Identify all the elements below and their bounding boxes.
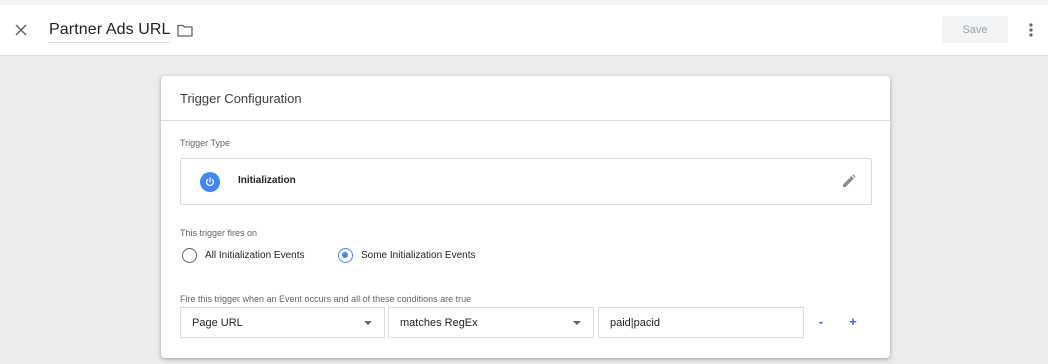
variable-select[interactable]: Page URL xyxy=(180,307,385,338)
add-condition-button[interactable]: + xyxy=(846,312,860,330)
card-title: Trigger Configuration xyxy=(180,90,302,106)
value-input-text: paid|pacid xyxy=(610,316,660,329)
trigger-configuration-card: Trigger Configuration Trigger Type Initi… xyxy=(161,76,890,358)
variable-select-value: Page URL xyxy=(192,316,243,329)
folder-icon[interactable] xyxy=(175,20,195,40)
trigger-type-label: Trigger Type xyxy=(180,138,231,148)
trigger-type-selector[interactable]: Initialization xyxy=(180,158,872,205)
condition-label: Fire this trigger when an Event occurs a… xyxy=(180,294,472,304)
radio-label: All Initialization Events xyxy=(205,250,305,261)
operator-select-value: matches RegEx xyxy=(400,316,478,329)
chevron-down-icon xyxy=(573,321,581,325)
card-header: Trigger Configuration xyxy=(161,76,890,121)
radio-button-selected[interactable] xyxy=(338,248,353,263)
editor-header: Partner Ads URL Save xyxy=(0,0,1048,56)
radio-all-events[interactable]: All Initialization Events xyxy=(182,248,305,263)
close-icon[interactable] xyxy=(10,19,32,41)
radio-some-events[interactable]: Some Initialization Events xyxy=(338,248,476,263)
fires-on-label: This trigger fires on xyxy=(180,228,258,238)
trigger-type-name: Initialization xyxy=(238,175,296,186)
chevron-down-icon xyxy=(364,321,372,325)
radio-label: Some Initialization Events xyxy=(361,250,476,261)
pencil-icon[interactable] xyxy=(840,172,858,190)
radio-button[interactable] xyxy=(182,248,197,263)
more-vert-icon[interactable] xyxy=(1022,20,1040,40)
operator-select[interactable]: matches RegEx xyxy=(388,307,594,338)
value-input[interactable]: paid|pacid xyxy=(598,307,804,338)
trigger-name-field[interactable]: Partner Ads URL xyxy=(49,19,171,43)
save-button[interactable]: Save xyxy=(942,16,1008,43)
remove-condition-button[interactable]: - xyxy=(814,312,828,330)
power-icon xyxy=(200,172,220,192)
page-title: Partner Ads URL xyxy=(49,21,171,38)
